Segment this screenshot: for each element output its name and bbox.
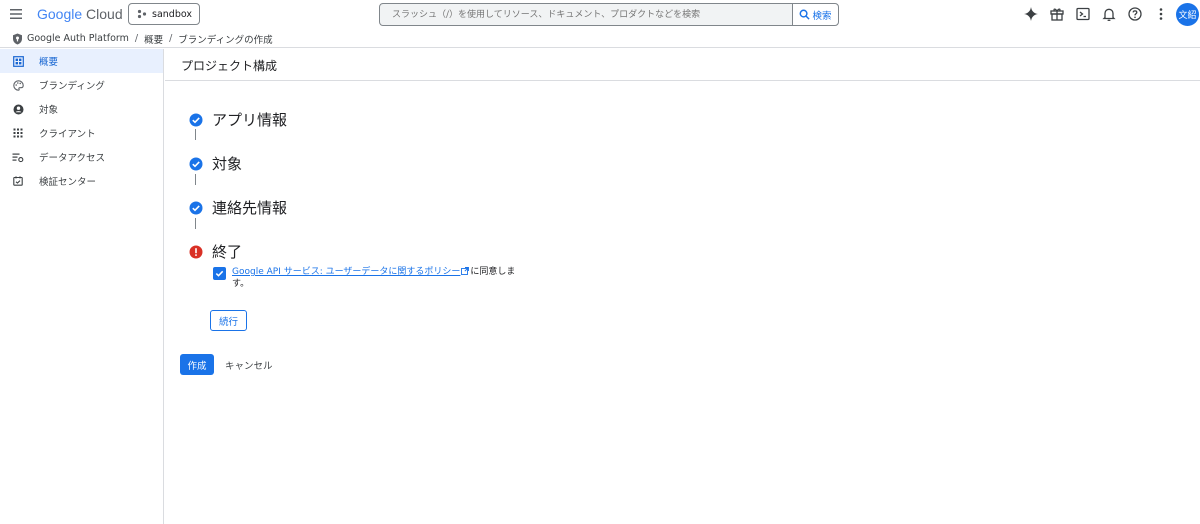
more-vert-icon[interactable] <box>1153 6 1169 22</box>
project-picker-button[interactable]: sandbox <box>128 3 200 25</box>
sidebar-item-label: 対象 <box>39 105 59 116</box>
step-connector <box>195 218 196 229</box>
data-access-icon <box>12 151 24 163</box>
sidebar-item-label: データアクセス <box>39 153 106 164</box>
breadcrumb-overview[interactable]: 概要 <box>144 32 163 46</box>
google-cloud-logo[interactable]: Google Cloud <box>37 6 123 22</box>
step-label: 連絡先情報 <box>212 199 288 217</box>
breadcrumb-create-branding: ブランディングの作成 <box>178 34 273 46</box>
search-input[interactable] <box>380 4 792 25</box>
sidebar-item-audience[interactable]: 対象 <box>0 97 163 121</box>
step-label: 終了 <box>212 243 243 261</box>
sidebar-item-clients[interactable]: クライアント <box>0 121 163 145</box>
step-contact-info[interactable]: 連絡先情報 <box>189 197 287 218</box>
breadcrumb-separator: / <box>169 33 173 44</box>
breadcrumb-separator: / <box>134 33 139 44</box>
check-circle-icon <box>189 157 203 170</box>
project-icon <box>137 9 147 19</box>
policy-agreement: Google API サービス: ユーザーデータに関するポリシー に同意します。 <box>213 266 522 290</box>
logo-cloud-text: Cloud <box>86 6 123 22</box>
auth-platform-shield-icon <box>13 33 22 44</box>
verification-icon <box>12 175 24 187</box>
open-in-new-icon <box>461 267 470 275</box>
help-icon[interactable] <box>1127 6 1143 22</box>
logo-google-text: Google <box>37 6 83 22</box>
agree-checkbox[interactable] <box>213 267 226 280</box>
step-connector <box>195 129 196 140</box>
cancel-button[interactable]: キャンセル <box>225 354 273 375</box>
main-content: プロジェクト構成 アプリ情報 対象 連絡先情報 終了 Google API サー… <box>165 49 1200 524</box>
sidebar-item-label: クライアント <box>39 129 96 140</box>
check-circle-icon <box>189 201 203 214</box>
dashboard-icon <box>12 55 24 67</box>
sidebar-item-verification-center[interactable]: 検証センター <box>0 169 163 193</box>
gift-icon[interactable] <box>1049 6 1065 22</box>
breadcrumb-auth-platform[interactable]: Google Auth Platform <box>27 33 129 44</box>
top-bar: Google Cloud sandbox 検索 <box>0 0 1200 30</box>
account-circle-icon <box>12 103 24 115</box>
sidebar-item-data-access[interactable]: データアクセス <box>0 145 163 169</box>
title-divider <box>165 80 1200 81</box>
step-label: 対象 <box>212 155 243 173</box>
grid-icon <box>12 127 24 139</box>
error-icon <box>189 245 203 258</box>
cloud-shell-icon[interactable] <box>1075 6 1091 22</box>
avatar-initials: 文紹 <box>1178 11 1197 21</box>
sidebar: 概要 ブランディング 対象 クライアント データアクセス 検証センター <box>0 49 164 524</box>
step-label: アプリ情報 <box>212 111 288 129</box>
search-bar: 検索 <box>379 3 839 26</box>
sidebar-item-overview[interactable]: 概要 <box>0 49 163 73</box>
agreement-text: Google API サービス: ユーザーデータに関するポリシー に同意します。 <box>232 266 522 290</box>
search-button-label: 検索 <box>812 10 832 22</box>
sidebar-item-label: ブランディング <box>39 81 105 92</box>
notifications-bell-icon[interactable] <box>1101 6 1117 22</box>
project-name: sandbox <box>152 8 192 20</box>
step-app-info[interactable]: アプリ情報 <box>189 109 287 130</box>
check-circle-icon <box>189 113 203 126</box>
sidebar-item-branding[interactable]: ブランディング <box>0 73 163 97</box>
user-data-policy-link[interactable]: Google API サービス: ユーザーデータに関するポリシー <box>232 267 460 277</box>
step-connector <box>195 174 196 185</box>
continue-button[interactable]: 続行 <box>210 310 247 331</box>
search-button[interactable]: 検索 <box>792 4 838 25</box>
step-finish[interactable]: 終了 <box>189 241 242 262</box>
sidebar-item-label: 概要 <box>39 57 59 68</box>
create-button[interactable]: 作成 <box>180 354 214 375</box>
hamburger-menu-icon[interactable] <box>8 6 24 22</box>
palette-icon <box>12 79 24 91</box>
sidebar-item-label: 検証センター <box>39 177 97 188</box>
user-avatar[interactable]: 文紹 <box>1176 3 1199 26</box>
gemini-sparkle-icon[interactable] <box>1023 6 1039 22</box>
step-audience[interactable]: 対象 <box>189 153 242 174</box>
breadcrumb: Google Auth Platform / 概要 / ブランディングの作成 <box>0 30 1200 48</box>
page-title: プロジェクト構成 <box>181 59 278 73</box>
search-icon <box>800 9 811 20</box>
checkmark-icon <box>215 270 224 277</box>
